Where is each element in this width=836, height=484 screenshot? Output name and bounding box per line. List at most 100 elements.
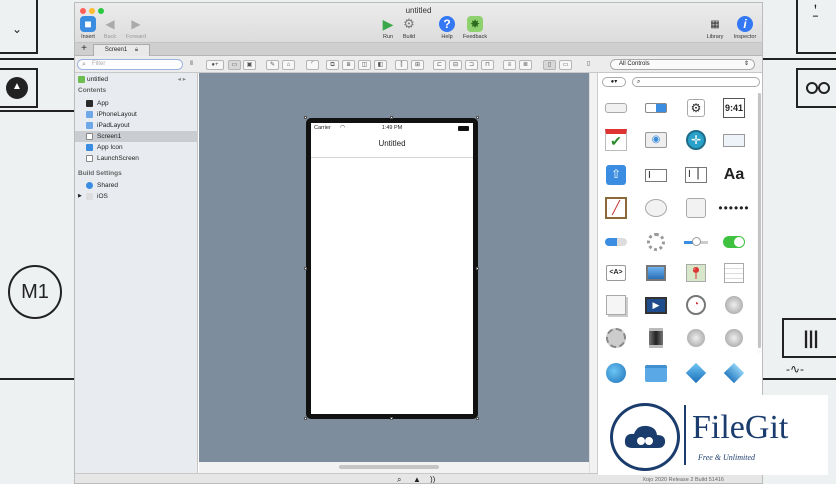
- resize-handle[interactable]: [476, 267, 479, 270]
- scroll-thumb[interactable]: [339, 465, 439, 469]
- nav-item-launchscreen[interactable]: LaunchScreen: [75, 153, 198, 164]
- date-picker-icon[interactable]: ✔: [601, 126, 631, 154]
- broadcast-icon[interactable]: )): [430, 475, 435, 483]
- gear-service-icon[interactable]: [601, 324, 631, 352]
- screen1-view[interactable]: Carrier ◠ 1:49 PM Untitled: [311, 123, 473, 414]
- view-mode-alt-button[interactable]: ▣: [243, 60, 256, 70]
- resize-handle[interactable]: [390, 116, 393, 119]
- timer-icon[interactable]: ◔: [681, 291, 711, 319]
- library-view-toggle[interactable]: ●▾: [602, 77, 626, 87]
- inspector-button[interactable]: i Inspector: [728, 16, 762, 40]
- web-globe-icon[interactable]: [601, 359, 631, 387]
- resize-handle[interactable]: [304, 116, 307, 119]
- library-scrollbar[interactable]: [757, 93, 762, 353]
- align-top-button[interactable]: ⊓: [481, 60, 494, 70]
- motion-icon[interactable]: [681, 324, 711, 352]
- device-icon[interactable]: ▯: [582, 60, 595, 70]
- add-event-button[interactable]: ●+: [206, 60, 224, 70]
- resize-handle[interactable]: [390, 417, 393, 420]
- search-icon[interactable]: ⌕: [397, 475, 401, 483]
- ungroup-button[interactable]: ⧈: [342, 60, 355, 70]
- card-control-icon[interactable]: [719, 126, 749, 154]
- class-cube-icon[interactable]: [681, 359, 711, 387]
- warning-icon[interactable]: ▲: [413, 475, 421, 483]
- canvas-control-icon[interactable]: ╱: [601, 194, 631, 222]
- spinner-control-icon[interactable]: [641, 228, 671, 256]
- nav-item-shared[interactable]: Shared: [75, 180, 198, 191]
- textarea-control-icon[interactable]: I▕: [681, 161, 711, 189]
- slider-control-icon[interactable]: [681, 228, 711, 256]
- back-order-button[interactable]: ◧: [374, 60, 387, 70]
- nav-item-screen1[interactable]: Screen1: [75, 131, 198, 142]
- nav-item-app-icon[interactable]: App Icon: [75, 142, 198, 153]
- settings-control-icon[interactable]: ⚙: [681, 94, 711, 122]
- textfield-control-icon[interactable]: I: [641, 161, 671, 189]
- segmented-control-icon[interactable]: [641, 94, 671, 122]
- map-viewer-icon[interactable]: 📍︎: [681, 259, 711, 287]
- iphone-frame[interactable]: Carrier ◠ 1:49 PM Untitled: [306, 118, 478, 419]
- spool-icon[interactable]: [641, 324, 671, 352]
- rectangle-control-icon[interactable]: [681, 194, 711, 222]
- scroll-thumb[interactable]: [758, 93, 761, 348]
- nav-root[interactable]: untitled ◂ ▸: [75, 74, 198, 85]
- disclosure-icon[interactable]: ▶: [78, 191, 82, 202]
- image-viewer-icon[interactable]: [641, 259, 671, 287]
- camera-icon[interactable]: ◉: [641, 126, 671, 154]
- add-tab-button[interactable]: +: [78, 44, 90, 55]
- library-search-input[interactable]: ⌕: [632, 77, 760, 87]
- space-v-button[interactable]: ⊞: [411, 60, 424, 70]
- columns-icon[interactable]: ⫴: [185, 60, 198, 70]
- view-mode-button[interactable]: ▭: [228, 60, 241, 70]
- align-right-button[interactable]: ⊐: [465, 60, 478, 70]
- globe-control-icon[interactable]: ✛: [681, 126, 711, 154]
- resize-handle[interactable]: [304, 267, 307, 270]
- location-icon[interactable]: [719, 291, 749, 319]
- separator-control-icon[interactable]: ••••••: [718, 194, 749, 222]
- nav-arrows-icon: ◂ ▸: [177, 76, 186, 83]
- forward-button[interactable]: ▶ Forward: [119, 16, 153, 40]
- lock-tool-button[interactable]: ⌂: [282, 60, 295, 70]
- switch-control-icon[interactable]: [719, 228, 749, 256]
- library-filter-select[interactable]: All Controls ⇕: [610, 59, 755, 70]
- distribute-button[interactable]: ≡: [503, 60, 516, 70]
- edit-button[interactable]: ✎: [266, 60, 279, 70]
- html-viewer-icon[interactable]: <A>: [601, 259, 631, 287]
- nav-item-iphonelayout[interactable]: iPhoneLayout: [75, 109, 198, 120]
- align-center-button[interactable]: ⊟: [449, 60, 462, 70]
- button-control-icon[interactable]: [601, 94, 631, 122]
- notification-icon[interactable]: [719, 324, 749, 352]
- table-control-icon[interactable]: [719, 259, 749, 287]
- library-button[interactable]: ▦ Library: [698, 16, 732, 41]
- movie-player-icon[interactable]: ▶: [641, 291, 671, 319]
- navigator-filter[interactable]: ⌕ Filter: [77, 59, 183, 70]
- progress-control-icon[interactable]: [601, 228, 631, 256]
- space-h-button[interactable]: ⫿: [395, 60, 408, 70]
- align-left-button[interactable]: ⊏: [433, 60, 446, 70]
- frame-button[interactable]: ⌜: [306, 60, 319, 70]
- resize-handle[interactable]: [304, 417, 307, 420]
- distribute-alt-button[interactable]: ≣: [519, 60, 532, 70]
- share-control-icon[interactable]: ⇧: [601, 161, 631, 189]
- resize-handle[interactable]: [476, 417, 479, 420]
- nav-item-ios[interactable]: ▶ iOS: [75, 191, 198, 202]
- tab-screen1[interactable]: Screen1 🔒︎: [93, 44, 150, 56]
- layout-canvas[interactable]: Carrier ◠ 1:49 PM Untitled: [199, 73, 589, 473]
- navigation-bar-title[interactable]: Untitled: [311, 133, 473, 158]
- canvas-vertical-scrollbar[interactable]: [589, 73, 597, 473]
- layout-portrait-button[interactable]: ▯: [543, 60, 556, 70]
- module-stack-icon[interactable]: [719, 359, 749, 387]
- canvas-horizontal-scrollbar[interactable]: [199, 462, 589, 473]
- group-button[interactable]: ⧉: [326, 60, 339, 70]
- layout-landscape-button[interactable]: ▭: [559, 60, 572, 70]
- resize-handle[interactable]: [476, 116, 479, 119]
- nav-item-app[interactable]: App: [75, 98, 198, 109]
- label-control-icon[interactable]: Aa: [719, 161, 749, 189]
- front-button[interactable]: ◫: [358, 60, 371, 70]
- container-control-icon[interactable]: [601, 291, 631, 319]
- folder-icon[interactable]: [641, 359, 671, 387]
- build-button[interactable]: ⚙ Build: [392, 16, 426, 40]
- clock-control-icon[interactable]: 9:41: [719, 94, 749, 122]
- nav-item-ipadlayout[interactable]: iPadLayout: [75, 120, 198, 131]
- feedback-button[interactable]: ✸ Feedback: [458, 16, 492, 40]
- oval-control-icon[interactable]: [641, 194, 671, 222]
